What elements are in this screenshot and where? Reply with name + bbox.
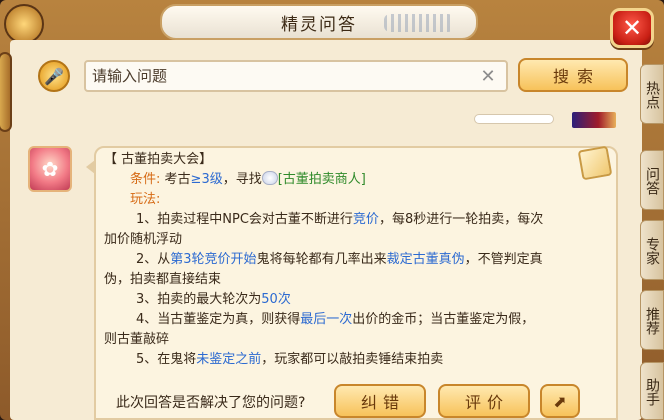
- tab-recommend[interactable]: 推荐: [640, 290, 664, 350]
- microphone-button[interactable]: 🎤: [38, 60, 70, 92]
- search-box: ✕: [84, 60, 508, 92]
- share-button[interactable]: ⬈: [540, 384, 580, 418]
- corner-ornament-icon: [4, 4, 44, 44]
- rule-1-cont: 加价随机浮动: [104, 232, 183, 247]
- rule-1: 1、拍卖过程中NPC会对古董不断进行竞价，每8秒进行一轮拍卖，每次: [136, 212, 544, 227]
- tab-assistant[interactable]: 助手: [640, 362, 664, 420]
- tab-label: 助手: [644, 378, 660, 406]
- window-title: 精灵问答: [281, 14, 357, 35]
- sprite-avatar-icon: ✿: [41, 157, 59, 181]
- rule-4: 4、当古董鉴定为真，则获得最后一次出价的金币；当古董鉴定为假，: [136, 312, 535, 327]
- rule-2-cont: 伪，拍卖都直接结束: [104, 272, 222, 287]
- answer-content: 【 古董拍卖大会】 条件: 考古≥3级，寻找 [古董拍卖商人] 玩法: 1、拍卖过…: [104, 150, 584, 370]
- banner-icon: [572, 112, 616, 128]
- npc-link[interactable]: [古董拍卖商人]: [278, 172, 366, 187]
- answer-heading: 【 古董拍卖大会】: [104, 152, 213, 167]
- tab-label: 问答: [644, 167, 660, 195]
- tab-hot[interactable]: 热点: [640, 64, 664, 124]
- tab-label: 专家: [644, 237, 660, 265]
- rule-3: 3、拍卖的最大轮次为50次: [136, 292, 291, 307]
- rule-5: 5、在鬼将未鉴定之前，玩家都可以敲拍卖锤结束拍卖: [136, 352, 444, 367]
- search-button[interactable]: 搜索: [518, 58, 628, 92]
- clear-icon[interactable]: ✕: [478, 67, 498, 87]
- npc-icon: [261, 171, 278, 185]
- tab-qa[interactable]: 问答: [640, 150, 664, 210]
- rate-button[interactable]: 评价: [438, 384, 530, 418]
- title-decoration-icon: [384, 14, 454, 32]
- avatar: ✿: [28, 146, 72, 192]
- tab-label: 推荐: [644, 307, 660, 335]
- gameplay-label: 玩法:: [130, 192, 161, 207]
- rule-2: 2、从第3轮竞价开始鬼将每轮都有几率出来裁定古董真伪，不管判定真: [136, 252, 543, 267]
- rule-4-cont: 则古董敲碎: [104, 332, 170, 347]
- tab-expert[interactable]: 专家: [640, 220, 664, 280]
- condition-line: 条件: 考古≥3级，寻找 [古董拍卖商人]: [130, 171, 366, 187]
- correct-error-button[interactable]: 纠错: [334, 384, 426, 418]
- close-icon: ✕: [621, 14, 643, 42]
- microphone-icon: 🎤: [44, 66, 64, 86]
- side-ornament-icon: [0, 52, 12, 132]
- scroll-indicator: [474, 114, 554, 124]
- search-input[interactable]: [86, 62, 466, 90]
- feedback-question: 此次回答是否解决了您的问题?: [116, 395, 306, 411]
- tab-label: 热点: [644, 81, 660, 109]
- title-bar: 精灵问答: [160, 4, 478, 40]
- share-icon: ⬈: [553, 391, 567, 411]
- close-button[interactable]: ✕: [610, 8, 654, 48]
